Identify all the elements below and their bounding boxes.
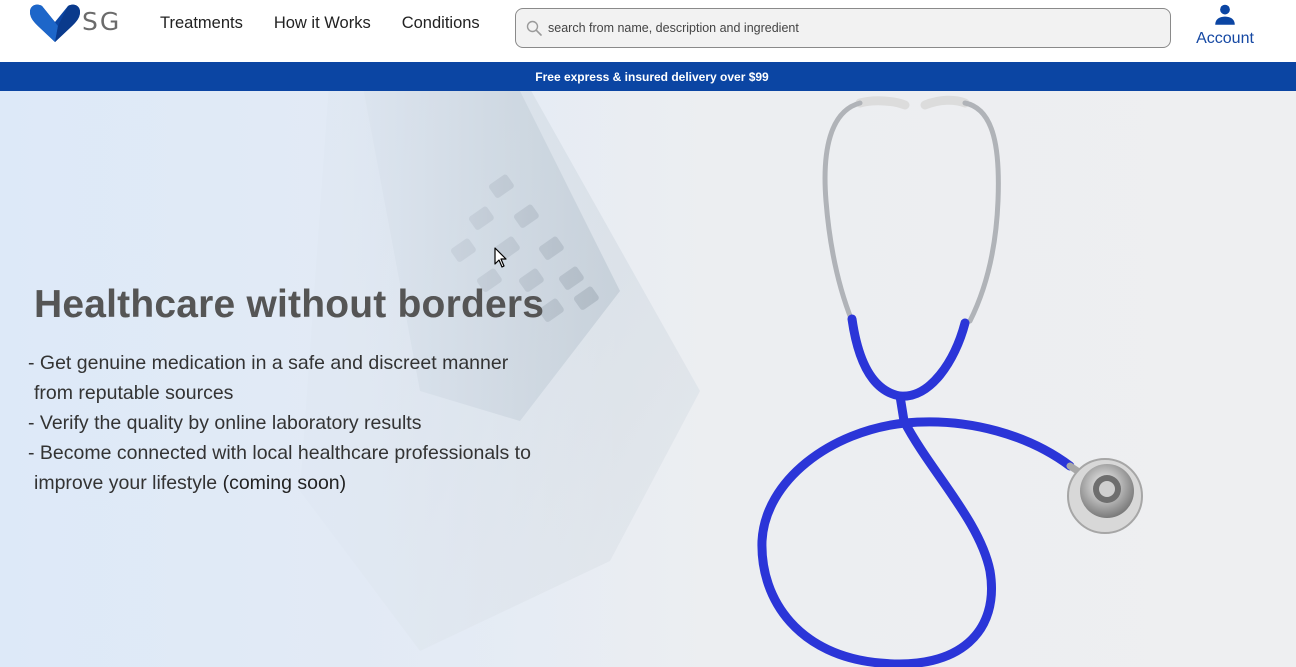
account-label: Account — [1196, 30, 1254, 47]
hero-section: Healthcare without borders - Get genuine… — [0, 91, 1296, 667]
benefit-3-line-1: - Become connected with local healthcare… — [28, 442, 531, 464]
promo-banner-text: Free express & insured delivery over $99 — [535, 69, 769, 84]
benefit-3-text: improve your lifestyle — [34, 472, 223, 494]
brand-logo[interactable]: SG — [28, 2, 128, 44]
nav-treatments[interactable]: Treatments — [160, 14, 243, 33]
search-input[interactable] — [548, 21, 1148, 35]
coming-soon-label: (coming soon) — [222, 472, 347, 494]
main-nav: Treatments How it Works Conditions — [160, 14, 511, 33]
mouse-cursor-icon — [494, 247, 507, 268]
search-icon — [526, 20, 542, 36]
promo-banner: Free express & insured delivery over $99 — [0, 62, 1296, 91]
benefit-2: - Verify the quality by online laborator… — [28, 412, 422, 434]
benefit-1-line-1: - Get genuine medication in a safe and d… — [28, 352, 509, 374]
person-icon — [1215, 4, 1235, 25]
logo-text: SG — [82, 6, 122, 36]
nav-how-it-works[interactable]: How it Works — [274, 14, 371, 33]
stethoscope-chestpiece — [1067, 458, 1143, 534]
search-bar[interactable] — [515, 8, 1171, 48]
benefit-1-line-2: from reputable sources — [34, 382, 234, 404]
hero-title: Healthcare without borders — [34, 283, 545, 326]
benefit-3-line-2: improve your lifestyle (coming soon) — [28, 468, 531, 498]
account-button[interactable]: Account — [1190, 2, 1260, 48]
stethoscope-graphic — [757, 95, 1089, 667]
logo-heart-icon — [30, 4, 80, 42]
site-header: SG Treatments How it Works Conditions Ac… — [0, 0, 1296, 62]
nav-conditions[interactable]: Conditions — [402, 14, 480, 33]
hero-benefits-list: - Get genuine medication in a safe and d… — [28, 348, 531, 498]
